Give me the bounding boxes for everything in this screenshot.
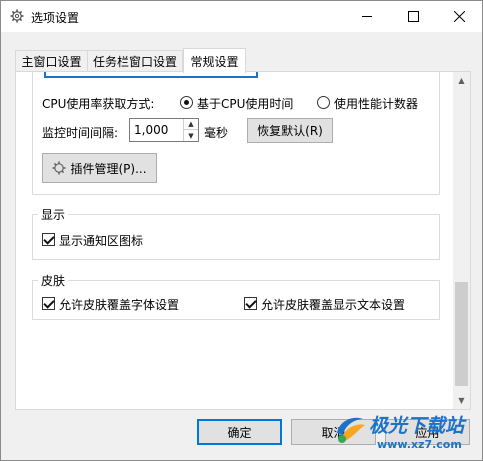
allow-skin-font-checkbox[interactable] [42,297,55,310]
scroll-up-button[interactable]: ▲ [453,72,470,89]
general-settings-panel: CPU使用率获取方式: 基于CPU使用时间 使用性能计数器 监控时间间隔: 1,… [15,71,471,410]
vertical-scrollbar[interactable]: ▲ ▼ [453,72,470,409]
cpu-method-label: CPU使用率获取方式: [42,97,155,111]
maximize-icon [407,11,419,22]
ok-button[interactable]: 确定 [197,419,282,445]
skin-group-title: 皮肤 [38,272,69,289]
show-tray-icon-label[interactable]: 显示通知区图标 [59,232,143,249]
spin-up-button[interactable]: ▲ [184,119,198,130]
perf-counter-radio[interactable] [317,96,330,109]
watermark-logo-icon [337,417,365,443]
display-group-title: 显示 [38,206,69,223]
scrollbar-thumb[interactable] [455,282,468,386]
plugin-manager-button[interactable]: 插件管理(P)... [42,153,157,183]
arrow-down-icon: ▼ [188,131,194,140]
window-title: 选项设置 [31,11,80,25]
arrow-up-icon: ▲ [188,120,194,128]
close-icon [453,11,465,22]
perf-counter-radio-label[interactable]: 使用性能计数器 [334,95,418,112]
watermark-text: 极光下载站 [369,415,465,437]
show-tray-icon-checkbox[interactable] [42,233,55,246]
cpu-time-radio[interactable] [180,96,193,109]
minimize-icon [361,16,372,17]
display-group: 显示 显示通知区图标 [32,206,440,260]
allow-skin-text-checkbox[interactable] [244,297,257,310]
allow-skin-font-label[interactable]: 允许皮肤覆盖字体设置 [59,296,179,313]
monitor-interval-value[interactable]: 1,000 [134,123,168,137]
spin-down-button[interactable]: ▼ [184,130,198,141]
reset-default-button[interactable]: 恢复默认(R) [247,118,333,143]
maximize-button[interactable] [390,1,436,32]
close-button[interactable] [436,1,482,32]
interval-unit-label: 毫秒 [204,126,229,140]
scroll-down-icon: ▼ [458,396,465,405]
tab-general[interactable]: 常规设置 [183,48,246,73]
title-bar[interactable]: 选项设置 [1,1,482,32]
plugin-manager-label: 插件管理(P)... [70,161,147,176]
minimize-button[interactable] [344,1,390,32]
scroll-down-button[interactable]: ▼ [453,392,470,409]
scroll-up-icon: ▲ [458,76,465,85]
monitor-interval-spinbox[interactable]: 1,000 ▲ ▼ [129,118,199,142]
allow-skin-text-label[interactable]: 允许皮肤覆盖显示文本设置 [261,296,405,313]
spin-buttons: ▲ ▼ [183,119,198,141]
monitor-interval-label: 监控时间间隔: [42,126,119,140]
watermark-url: www.xz7.com [377,438,462,451]
site-watermark: 极光下载站 www.xz7.com [333,409,483,461]
gear-icon [10,9,24,23]
options-dialog: 选项设置 主窗口设置 任务栏窗口设置 常规设置 CPU使用率获取方式: 基于CP… [0,0,483,461]
tab-taskbar-window[interactable]: 任务栏窗口设置 [87,50,183,72]
tab-main-window[interactable]: 主窗口设置 [15,50,88,72]
skin-group: 皮肤 允许皮肤覆盖字体设置 允许皮肤覆盖显示文本设置 [32,272,440,320]
plugin-icon [52,161,66,175]
cpu-time-radio-label[interactable]: 基于CPU使用时间 [197,95,293,112]
